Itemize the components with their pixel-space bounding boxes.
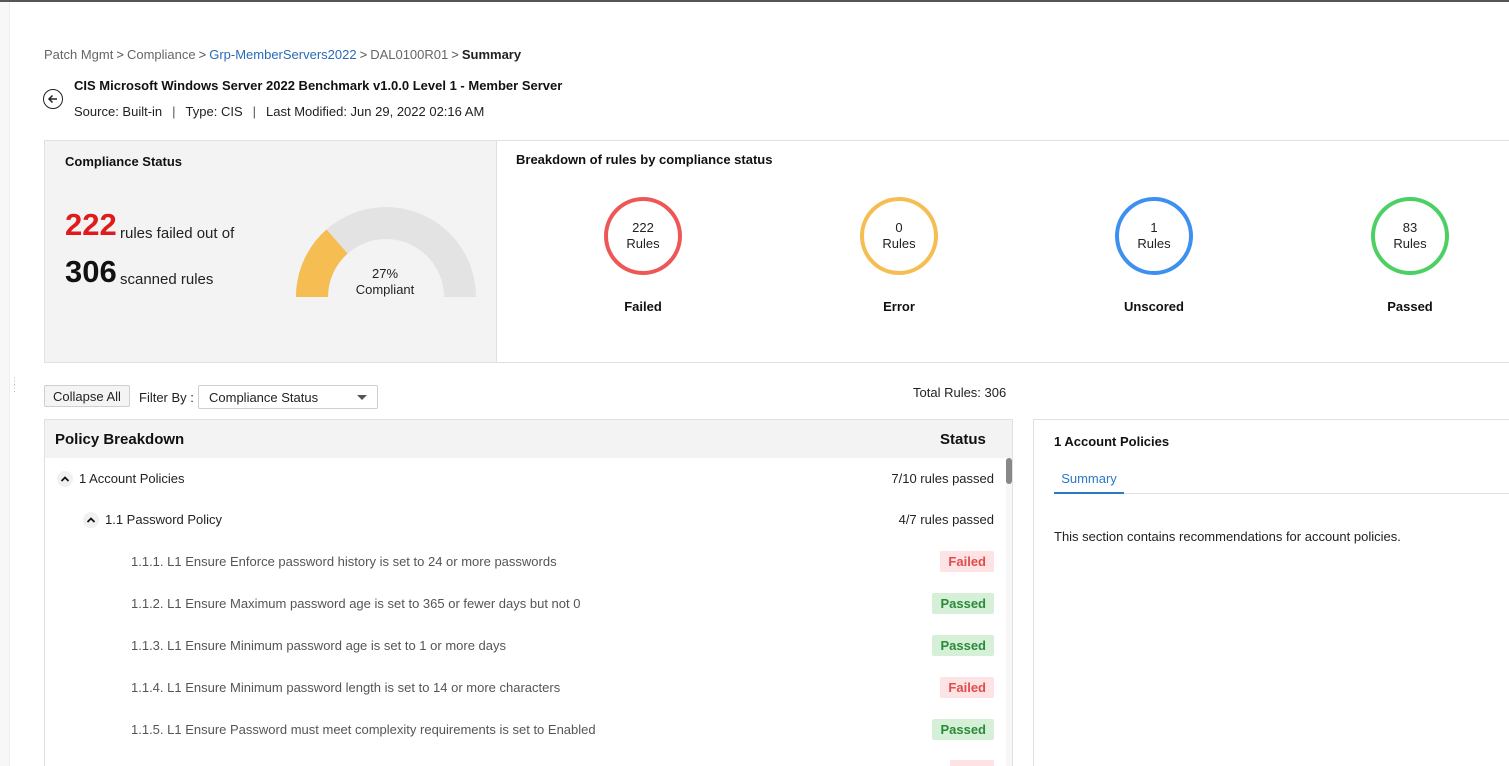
policy-subgroup-row[interactable]: 1.1 Password Policy 4/7 rules passed <box>45 500 1006 542</box>
drag-handle-icon[interactable]: ⋮ ⋮ <box>10 377 19 400</box>
rule-row[interactable]: 1.1.1. L1 Ensure Enforce password histor… <box>45 541 1006 583</box>
policy-toolbar: Collapse All Filter By : Compliance Stat… <box>44 384 1007 410</box>
left-collapse-strip[interactable] <box>0 2 10 766</box>
breadcrumb: Patch Mgmt > Compliance > Grp-MemberServers2… <box>44 47 521 62</box>
status-badge: Passed <box>932 635 994 656</box>
policy-header-status: Status <box>940 431 986 448</box>
ring-name: Error <box>883 299 915 314</box>
status-badge: Failed <box>940 677 994 698</box>
policy-group-row[interactable]: 1 Account Policies 7/10 rules passed <box>45 458 1006 500</box>
compliance-overview-panel: Compliance Status 222 rules failed out o… <box>44 140 1509 363</box>
chevron-up-icon[interactable] <box>57 471 73 487</box>
scanned-text: scanned rules <box>120 271 214 288</box>
rule-row[interactable]: 1.1.5. L1 Ensure Password must meet comp… <box>45 709 1006 751</box>
rule-row[interactable]: 1.1.2. L1 Ensure Maximum password age is… <box>45 583 1006 625</box>
gauge-percent: 27% <box>371 266 399 281</box>
policy-breakdown-panel: Policy Breakdown Status 1 Account Polici… <box>44 419 1013 766</box>
breakdown-failed[interactable]: 222 Rules Failed <box>583 197 703 314</box>
last-modified-text: Last Modified: Jun 29, 2022 02:16 AM <box>266 104 485 119</box>
failed-text: rules failed out of <box>120 225 235 242</box>
breadcrumb-current: Summary <box>461 47 522 62</box>
chevron-up-icon[interactable] <box>83 512 99 528</box>
ring-name: Failed <box>624 299 662 314</box>
subgroup-label: 1.1 Password Policy <box>105 512 223 527</box>
rule-label: 1.1.5. L1 Ensure Password must meet comp… <box>131 722 596 737</box>
policy-detail-panel: 1 Account Policies Summary This section … <box>1033 419 1509 766</box>
arrow-left-icon <box>47 94 57 104</box>
filter-label: Filter By : <box>139 390 194 405</box>
total-rules: Total Rules: 306 <box>913 385 1007 400</box>
top-border <box>0 0 1509 2</box>
ring-unit: Rules <box>1393 236 1427 251</box>
source-text: Source: Built-in <box>74 104 163 119</box>
type-text: Type: CIS <box>185 104 243 119</box>
rule-row[interactable]: 1.1.4. L1 Ensure Minimum password length… <box>45 667 1006 709</box>
scanned-count: 306 <box>65 254 117 289</box>
group-label: 1 Account Policies <box>79 471 185 486</box>
compliance-status-title: Compliance Status <box>65 154 183 169</box>
subgroup-status: 4/7 rules passed <box>898 512 994 527</box>
ring-count: 83 <box>1402 220 1418 235</box>
breadcrumb-separator: > <box>198 47 207 62</box>
tab-summary[interactable]: Summary <box>1054 471 1124 486</box>
breadcrumb-computer[interactable]: DAL0100R01 <box>370 47 448 62</box>
collapse-all-button[interactable]: Collapse All <box>44 385 130 407</box>
breakdown-error[interactable]: 0 Rules Error <box>839 197 959 314</box>
rule-label: 1.1.3. L1 Ensure Minimum password age is… <box>131 638 507 653</box>
breadcrumb-separator: > <box>359 47 368 62</box>
scrollbar-thumb[interactable] <box>1006 458 1012 484</box>
failed-ring: 222 Rules <box>604 197 682 275</box>
rule-label: 1.1.4. L1 Ensure Minimum password length… <box>131 680 561 695</box>
group-status: 7/10 rules passed <box>891 471 994 486</box>
status-badge: Passed <box>932 719 994 740</box>
ring-count: 1 <box>1150 220 1158 235</box>
policy-header-title: Policy Breakdown <box>55 431 185 448</box>
detail-description: This section contains recommendations fo… <box>1054 529 1401 544</box>
detail-title: 1 Account Policies <box>1054 434 1170 449</box>
error-ring: 0 Rules <box>860 197 938 275</box>
gauge-fill <box>296 229 349 298</box>
scrollbar[interactable] <box>1006 458 1012 766</box>
status-badge: Passed <box>932 593 994 614</box>
meta-divider: | <box>172 104 176 119</box>
rule-row-partial[interactable] <box>45 751 1006 766</box>
ring-unit: Rules <box>626 236 660 251</box>
ring-name: Unscored <box>1124 299 1184 314</box>
rule-label: 1.1.2. L1 Ensure Maximum password age is… <box>131 596 581 611</box>
status-badge <box>950 760 994 766</box>
failed-count: 222 <box>65 207 117 242</box>
ring-unit: Rules <box>1137 236 1171 251</box>
breadcrumb-separator: > <box>116 47 124 62</box>
profile-meta: Source: Built-in | Type: CIS | Last Modified… <box>74 104 484 119</box>
ring-count: 222 <box>632 220 654 235</box>
breakdown-title: Breakdown of rules by compliance status <box>516 152 773 167</box>
rule-label: 1.1.1. L1 Ensure Enforce password histor… <box>131 554 557 569</box>
breadcrumb-patch-mgmt[interactable]: Patch Mgmt <box>44 47 113 62</box>
filter-select[interactable]: Compliance Status <box>198 385 378 409</box>
ring-unit: Rules <box>882 236 916 251</box>
tab-active-indicator <box>1054 492 1124 494</box>
passed-ring: 83 Rules <box>1371 197 1449 275</box>
meta-divider: | <box>252 104 257 119</box>
compliance-status-card: Compliance Status 222 rules failed out o… <box>45 141 497 362</box>
breadcrumb-compliance[interactable]: Compliance <box>127 47 196 62</box>
rule-row[interactable]: 1.1.3. L1 Ensure Minimum password age is… <box>45 625 1006 667</box>
filter-value: Compliance Status <box>209 390 319 405</box>
breakdown-passed[interactable]: 83 Rules Passed <box>1350 197 1470 314</box>
page-title: CIS Microsoft Windows Server 2022 Benchm… <box>74 78 563 93</box>
breadcrumb-group[interactable]: Grp-MemberServers2022 <box>209 47 356 62</box>
unscored-ring: 1 Rules <box>1115 197 1193 275</box>
status-badge: Failed <box>940 551 994 572</box>
policy-table-header: Policy Breakdown Status <box>45 420 1012 458</box>
chevron-down-icon <box>357 395 367 400</box>
gauge-label: Compliant <box>355 282 415 297</box>
ring-count: 0 <box>895 220 903 235</box>
back-arrow-icon[interactable] <box>43 89 63 109</box>
breakdown-unscored[interactable]: 1 Rules Unscored <box>1094 197 1214 314</box>
breadcrumb-separator: > <box>451 47 459 62</box>
ring-name: Passed <box>1387 299 1433 314</box>
